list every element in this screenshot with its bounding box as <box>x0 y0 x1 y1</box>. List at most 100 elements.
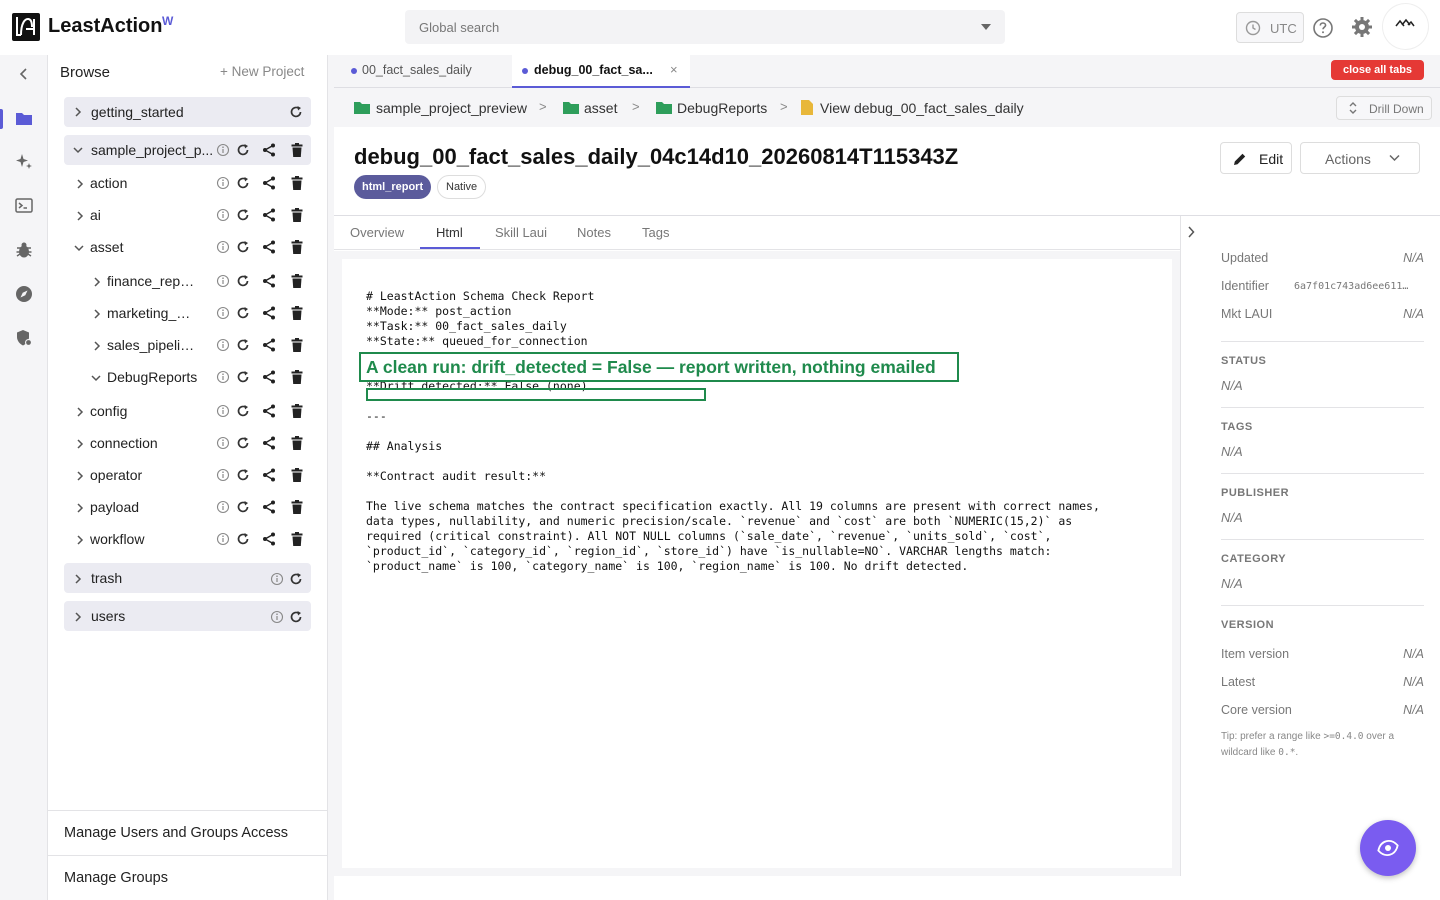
file-tab-active[interactable]: debug_00_fact_sa... × <box>512 55 690 88</box>
app-logo[interactable] <box>12 13 40 41</box>
info-icon[interactable] <box>270 572 284 586</box>
tab-overview[interactable]: Overview <box>350 225 404 240</box>
bug-icon[interactable] <box>15 241 33 259</box>
share-icon[interactable] <box>262 370 276 384</box>
tree-item-users[interactable]: users <box>64 601 311 631</box>
edit-button[interactable]: Edit <box>1220 142 1292 174</box>
folder-icon[interactable] <box>15 110 33 128</box>
manage-access-link[interactable]: Manage Users and Groups Access <box>48 810 328 855</box>
breadcrumb-item[interactable]: sample_project_preview <box>376 100 527 116</box>
share-icon[interactable] <box>262 208 276 222</box>
actions-dropdown[interactable]: Actions <box>1300 142 1420 174</box>
chevron-down-icon[interactable] <box>91 374 101 382</box>
tree-item[interactable]: payload <box>48 492 328 522</box>
info-icon[interactable] <box>270 610 284 624</box>
refresh-icon[interactable] <box>236 143 250 157</box>
info-icon[interactable] <box>216 500 230 514</box>
gear-icon[interactable] <box>1351 16 1373 38</box>
manage-groups-link[interactable]: Manage Groups <box>48 855 328 900</box>
refresh-icon[interactable] <box>236 468 250 482</box>
tree-item[interactable]: config <box>48 396 328 426</box>
refresh-icon[interactable] <box>236 404 250 418</box>
tree-item[interactable]: ai <box>48 200 328 230</box>
chevron-right-icon[interactable] <box>74 612 82 622</box>
share-icon[interactable] <box>262 436 276 450</box>
terminal-icon[interactable] <box>15 197 33 215</box>
chevron-right-icon[interactable] <box>74 574 82 584</box>
chevron-down-icon[interactable] <box>74 244 84 252</box>
sparkle-icon[interactable] <box>15 153 33 171</box>
share-icon[interactable] <box>262 240 276 254</box>
tree-item[interactable]: workflow <box>48 524 328 554</box>
share-icon[interactable] <box>262 468 276 482</box>
global-search[interactable] <box>405 10 1005 44</box>
chevron-right-icon[interactable] <box>76 503 84 513</box>
share-icon[interactable] <box>262 143 276 157</box>
info-icon[interactable] <box>216 404 230 418</box>
info-icon[interactable] <box>216 176 230 190</box>
chevron-right-icon[interactable] <box>93 341 101 351</box>
tree-item-sample-project[interactable]: sample_project_p... <box>64 135 311 165</box>
info-icon[interactable] <box>216 468 230 482</box>
refresh-icon[interactable] <box>236 306 250 320</box>
share-icon[interactable] <box>262 500 276 514</box>
chevron-right-icon[interactable] <box>93 309 101 319</box>
info-icon[interactable] <box>216 338 230 352</box>
drill-down-button[interactable]: Drill Down <box>1336 96 1432 120</box>
share-icon[interactable] <box>262 404 276 418</box>
chevron-right-icon[interactable] <box>76 535 84 545</box>
file-tab[interactable]: 00_fact_sales_daily <box>334 55 510 88</box>
tree-item-trash[interactable]: trash <box>64 563 311 593</box>
chevron-right-icon[interactable] <box>76 471 84 481</box>
share-icon[interactable] <box>262 306 276 320</box>
share-icon[interactable] <box>262 274 276 288</box>
tab-tags[interactable]: Tags <box>642 225 669 240</box>
info-icon[interactable] <box>216 240 230 254</box>
meta-value[interactable]: 6a7f01c743ad6ee61192... <box>1294 281 1414 292</box>
close-tab-icon[interactable]: × <box>670 62 678 77</box>
info-icon[interactable] <box>216 370 230 384</box>
search-input[interactable] <box>405 10 965 44</box>
share-icon[interactable] <box>262 532 276 546</box>
info-icon[interactable] <box>216 436 230 450</box>
share-icon[interactable] <box>262 338 276 352</box>
tree-item[interactable]: DebugReports <box>48 362 328 392</box>
breadcrumb-item[interactable]: asset <box>584 100 617 116</box>
info-icon[interactable] <box>216 306 230 320</box>
compass-icon[interactable] <box>15 285 33 303</box>
chevron-right-icon[interactable] <box>1187 226 1195 238</box>
tree-item[interactable]: marketing_a... <box>48 298 328 328</box>
refresh-icon[interactable] <box>289 610 303 624</box>
tree-item[interactable]: sales_pipelin... <box>48 330 328 360</box>
trash-icon[interactable] <box>291 436 303 450</box>
preview-fab-button[interactable] <box>1360 820 1416 876</box>
trash-icon[interactable] <box>291 176 303 190</box>
refresh-icon[interactable] <box>236 208 250 222</box>
chevron-right-icon[interactable] <box>74 107 82 117</box>
trash-icon[interactable] <box>291 143 303 157</box>
breadcrumb-item[interactable]: DebugReports <box>677 100 767 116</box>
chevron-right-icon[interactable] <box>93 277 101 287</box>
new-project-button[interactable]: + New Project <box>220 64 304 79</box>
chevron-right-icon[interactable] <box>76 439 84 449</box>
chevron-right-icon[interactable] <box>76 179 84 189</box>
refresh-icon[interactable] <box>236 176 250 190</box>
info-icon[interactable] <box>216 143 230 157</box>
chevron-right-icon[interactable] <box>76 407 84 417</box>
refresh-icon[interactable] <box>289 105 303 119</box>
tree-item-getting-started[interactable]: getting_started <box>64 97 311 127</box>
share-icon[interactable] <box>262 176 276 190</box>
tree-item[interactable]: operator <box>48 460 328 490</box>
trash-icon[interactable] <box>291 468 303 482</box>
refresh-icon[interactable] <box>236 370 250 384</box>
trash-icon[interactable] <box>291 404 303 418</box>
trash-icon[interactable] <box>291 338 303 352</box>
tab-skill-laui[interactable]: Skill Laui <box>495 225 547 240</box>
chevron-down-icon[interactable] <box>981 24 991 30</box>
collapse-icon[interactable] <box>17 67 31 81</box>
info-icon[interactable] <box>216 532 230 546</box>
info-icon[interactable] <box>216 208 230 222</box>
info-icon[interactable] <box>216 274 230 288</box>
tree-item[interactable]: asset <box>48 232 328 262</box>
chevron-down-icon[interactable] <box>73 146 83 154</box>
